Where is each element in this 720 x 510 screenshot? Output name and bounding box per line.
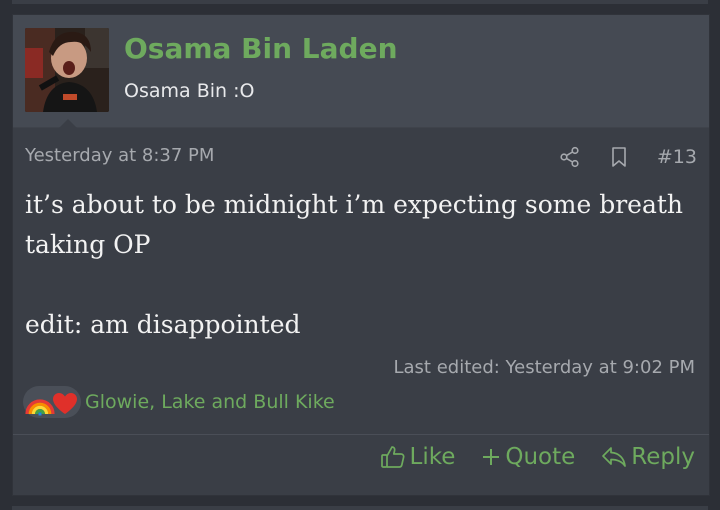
- message-line: taking OP: [25, 230, 151, 259]
- header-pointer: [59, 119, 77, 128]
- quote-label: Quote: [505, 444, 576, 470]
- like-button[interactable]: Like: [380, 444, 456, 470]
- message-line: it’s about to be midnight i’m expecting …: [25, 190, 684, 219]
- reaction-icons[interactable]: [23, 386, 81, 418]
- user-title: Osama Bin :O: [124, 80, 255, 102]
- bookmark-icon[interactable]: [608, 146, 630, 168]
- quote-button[interactable]: Quote: [481, 444, 575, 470]
- like-label: Like: [409, 444, 456, 470]
- reply-label: Reply: [631, 444, 695, 470]
- avatar[interactable]: [25, 28, 109, 112]
- thumbs-up-icon: [380, 446, 405, 468]
- post-attribution: Yesterday at 8:37 PM #13: [25, 144, 697, 170]
- rainbow-icon: [25, 399, 55, 416]
- next-post-edge: [12, 506, 708, 510]
- plus-icon: [483, 449, 500, 465]
- reply-icon: [602, 447, 627, 467]
- reply-button[interactable]: Reply: [601, 444, 695, 470]
- footer-divider: [13, 434, 709, 435]
- reaction-users-link[interactable]: Glowie, Lake and Bull Kike: [85, 391, 335, 413]
- post-timestamp[interactable]: Yesterday at 8:37 PM: [25, 145, 214, 166]
- username[interactable]: Osama Bin Laden: [124, 31, 398, 67]
- previous-post-edge: [12, 0, 708, 4]
- share-icon[interactable]: [559, 146, 581, 168]
- forum-post: Osama Bin Laden Osama Bin :O Yesterday a…: [12, 14, 710, 496]
- post-footer-actions: Like Quote Reply: [354, 439, 695, 475]
- post-message-body: it’s about to be midnight i’m expecting …: [25, 185, 705, 345]
- reactions-bar: Glowie, Lake and Bull Kike: [23, 385, 335, 419]
- message-line: edit: am disappointed: [25, 310, 301, 339]
- avatar-image: [25, 28, 109, 112]
- post-user-header: Osama Bin Laden Osama Bin :O: [13, 15, 709, 128]
- heart-icon: [53, 393, 77, 414]
- post-attribution-actions: #13: [559, 144, 697, 170]
- post-number-link[interactable]: #13: [657, 146, 697, 168]
- last-edited-note: Last edited: Yesterday at 9:02 PM: [393, 357, 696, 378]
